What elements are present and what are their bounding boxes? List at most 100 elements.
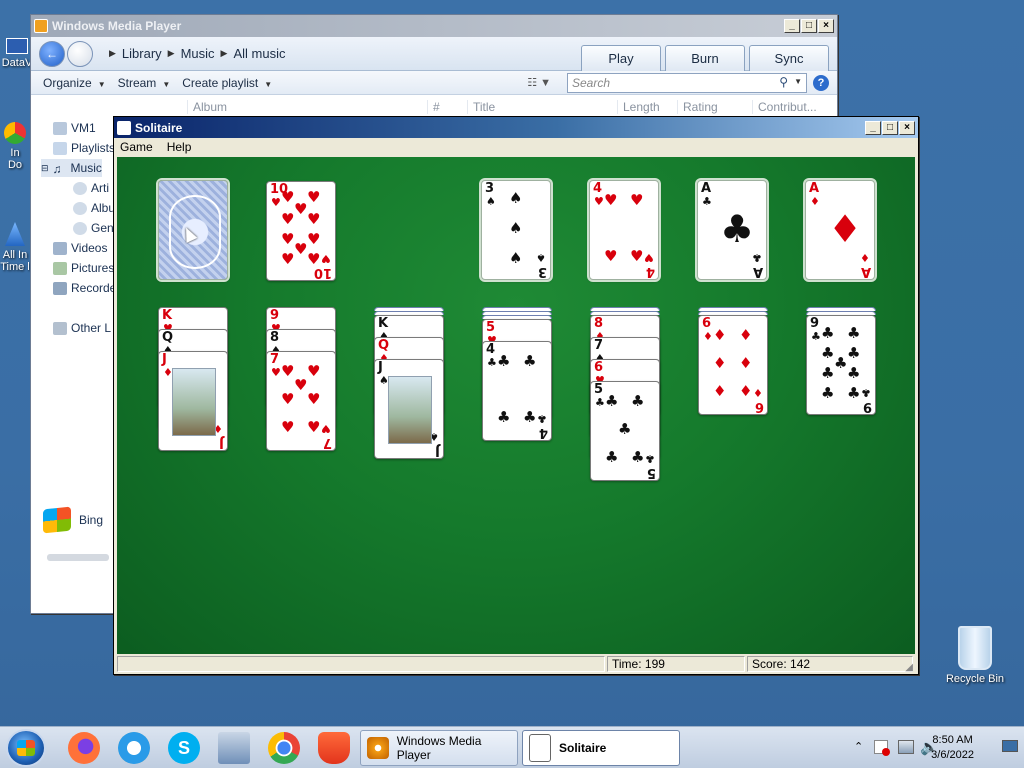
system-clock[interactable]: 8:50 AM 3/6/2022: [931, 733, 974, 763]
tree-item-artist[interactable]: Arti: [73, 179, 109, 197]
nav-pane-scrollbar[interactable]: [47, 554, 109, 561]
clock-time: 8:50 AM: [932, 734, 973, 746]
create-playlist-label: Create playlist: [182, 75, 259, 90]
stream-menu[interactable]: Stream ▼: [118, 76, 179, 90]
tree-label: Recorde: [71, 281, 117, 295]
chevron-right-icon: ▶: [109, 48, 116, 58]
card-pip-icon: ♣: [821, 384, 835, 402]
card-suit-icon: ♦: [810, 195, 820, 208]
tableau-4-card[interactable]: 4 ♣ 4 ♣ ♣ ♣ ♣ ♣: [482, 341, 552, 441]
video-icon: [53, 241, 67, 255]
tree-item-genre[interactable]: Gen: [73, 219, 114, 237]
waste-card[interactable]: 10 ♥ 10 ♥ ♥ ♥ ♥ ♥ ♥ ♥ ♥ ♥ ♥ ♥: [266, 181, 336, 281]
network-computer-icon[interactable]: [218, 732, 250, 764]
taskbar-wmp-button[interactable]: Windows Media Player: [360, 730, 518, 766]
card-rank: 5: [594, 382, 604, 397]
card-rank: J: [378, 360, 383, 375]
internet-explorer-icon[interactable]: [118, 732, 150, 764]
show-desktop-icon[interactable]: [1002, 740, 1018, 752]
skype-icon[interactable]: S: [168, 732, 200, 764]
wmp-icon: [367, 737, 389, 759]
caret-down-icon[interactable]: ▼: [794, 77, 802, 86]
tableau-1-card[interactable]: J ♦ J ♦: [158, 351, 228, 451]
card-rank: A: [701, 181, 712, 196]
column-album[interactable]: Album: [187, 100, 227, 114]
minimize-button[interactable]: _: [784, 19, 800, 33]
foundation-4[interactable]: A ♦ A ♦ ♦: [805, 180, 875, 280]
menu-game[interactable]: Game: [120, 140, 153, 154]
minimize-button[interactable]: _: [865, 120, 881, 135]
close-button[interactable]: ×: [899, 120, 915, 135]
tableau-3-card[interactable]: J ♠ J ♠: [374, 359, 444, 459]
card-suit-bottom-icon: ♥: [644, 251, 654, 264]
action-center-icon[interactable]: [874, 740, 890, 756]
card-rank-bottom: 9: [862, 399, 872, 414]
tree-item-other-libraries[interactable]: Other L: [53, 319, 111, 337]
face-card-art: [388, 376, 432, 444]
foundation-3[interactable]: A ♣ A ♣ ♣: [697, 180, 767, 280]
arrow-left-icon: ←: [46, 46, 58, 61]
tree-item-pictures[interactable]: Pictures: [53, 259, 114, 277]
taskbar: S Windows Media Player Solitaire ⌃ 🔈 8:5…: [0, 726, 1024, 768]
column-number[interactable]: #: [427, 100, 440, 114]
tree-item-album[interactable]: Albu: [73, 199, 115, 217]
wmp-title: Windows Media Player: [52, 19, 182, 33]
view-options-icon[interactable]: ☷ ▼: [527, 76, 551, 89]
breadcrumb-music[interactable]: Music: [181, 46, 215, 61]
game-table[interactable]: 10 ♥ 10 ♥ ♥ ♥ ♥ ♥ ♥ ♥ ♥ ♥ ♥ ♥ 3 ♠ 3 ♠ ♠ ♠ ♠ 4 ♥ 4 ♥ ♥ ♥ ♥ ♥ A ♣ A ♣ ♣ A ♦ A ♦…: [117, 157, 915, 654]
column-rating[interactable]: Rating: [677, 100, 718, 114]
taskbar-solitaire-button[interactable]: Solitaire: [522, 730, 680, 766]
column-length[interactable]: Length: [617, 100, 660, 114]
card-suit-icon: ♥: [271, 196, 281, 209]
bing-link[interactable]: Bing: [43, 506, 103, 534]
close-button[interactable]: ×: [818, 19, 834, 33]
create-playlist-menu[interactable]: Create playlist ▼: [182, 76, 280, 90]
tree-item-music[interactable]: ⊟ ♫ Music: [41, 159, 102, 177]
organize-menu[interactable]: Organize ▼: [43, 76, 114, 90]
menu-help[interactable]: Help: [167, 140, 192, 154]
card-pip-icon: ♥: [307, 188, 321, 206]
start-button[interactable]: [6, 729, 46, 767]
resize-grip-icon[interactable]: ◢: [905, 662, 913, 673]
solitaire-window[interactable]: Solitaire _ □ × Game Help 10 ♥ 10 ♥ ♥ ♥ ♥ ♥ ♥ ♥ ♥ ♥…: [113, 116, 919, 675]
foundation-2[interactable]: 4 ♥ 4 ♥ ♥ ♥ ♥ ♥: [589, 180, 659, 280]
tab-play[interactable]: Play: [581, 45, 661, 71]
desktop-icon-recycle-bin[interactable]: Recycle Bin: [940, 626, 1010, 685]
card-pip-icon: ♣: [834, 354, 848, 372]
breadcrumb-library[interactable]: Library: [122, 46, 162, 61]
wmp-titlebar[interactable]: Windows Media Player _ □ ×: [31, 15, 837, 37]
forward-button[interactable]: [67, 40, 93, 67]
solitaire-titlebar[interactable]: Solitaire _ □ ×: [114, 117, 918, 138]
card-pip-icon: ♠: [509, 219, 523, 237]
tableau-2-card[interactable]: 7 ♥ 7 ♥ ♥ ♥ ♥ ♥ ♥ ♥ ♥: [266, 351, 336, 451]
search-input[interactable]: Search ⚲ ▼: [567, 73, 807, 93]
search-icon[interactable]: ⚲: [779, 75, 788, 89]
back-button[interactable]: ←: [39, 40, 65, 67]
brave-icon[interactable]: [318, 732, 350, 764]
tableau-5-card[interactable]: 5 ♣ 5 ♣ ♣ ♣ ♣ ♣ ♣: [590, 381, 660, 481]
tree-item-videos[interactable]: Videos: [53, 239, 107, 257]
tab-sync[interactable]: Sync: [749, 45, 829, 71]
tab-burn[interactable]: Burn: [665, 45, 745, 71]
column-title[interactable]: Title: [467, 100, 495, 114]
card-pip-icon: ♣: [847, 384, 861, 402]
card-suit-icon: ♣: [702, 195, 712, 208]
help-icon[interactable]: ?: [813, 75, 829, 91]
tableau-7-card[interactable]: 9 ♣ 9 ♣ ♣ ♣ ♣ ♣ ♣ ♣ ♣ ♣ ♣: [806, 315, 876, 415]
breadcrumb-all-music[interactable]: All music: [233, 46, 285, 61]
tableau-6-card[interactable]: 6 ♦ 6 ♦ ♦ ♦ ♦ ♦ ♦ ♦: [698, 315, 768, 415]
network-icon[interactable]: [898, 740, 914, 754]
maximize-button[interactable]: □: [882, 120, 898, 135]
maximize-button[interactable]: □: [801, 19, 817, 33]
column-contributor[interactable]: Contribut...: [752, 100, 817, 114]
tree-item-recorded[interactable]: Recorde: [53, 279, 116, 297]
foundation-1[interactable]: 3 ♠ 3 ♠ ♠ ♠ ♠: [481, 180, 551, 280]
tree-label: Videos: [71, 241, 108, 255]
card-rank: 7: [594, 338, 604, 353]
tree-item-vm1[interactable]: VM1: [53, 119, 96, 137]
tree-label: Arti: [91, 181, 109, 195]
tray-expand-icon[interactable]: ⌃: [854, 740, 863, 753]
firefox-icon[interactable]: [68, 732, 100, 764]
chrome-icon[interactable]: [268, 732, 300, 764]
tree-item-playlists[interactable]: Playlists: [53, 139, 115, 157]
